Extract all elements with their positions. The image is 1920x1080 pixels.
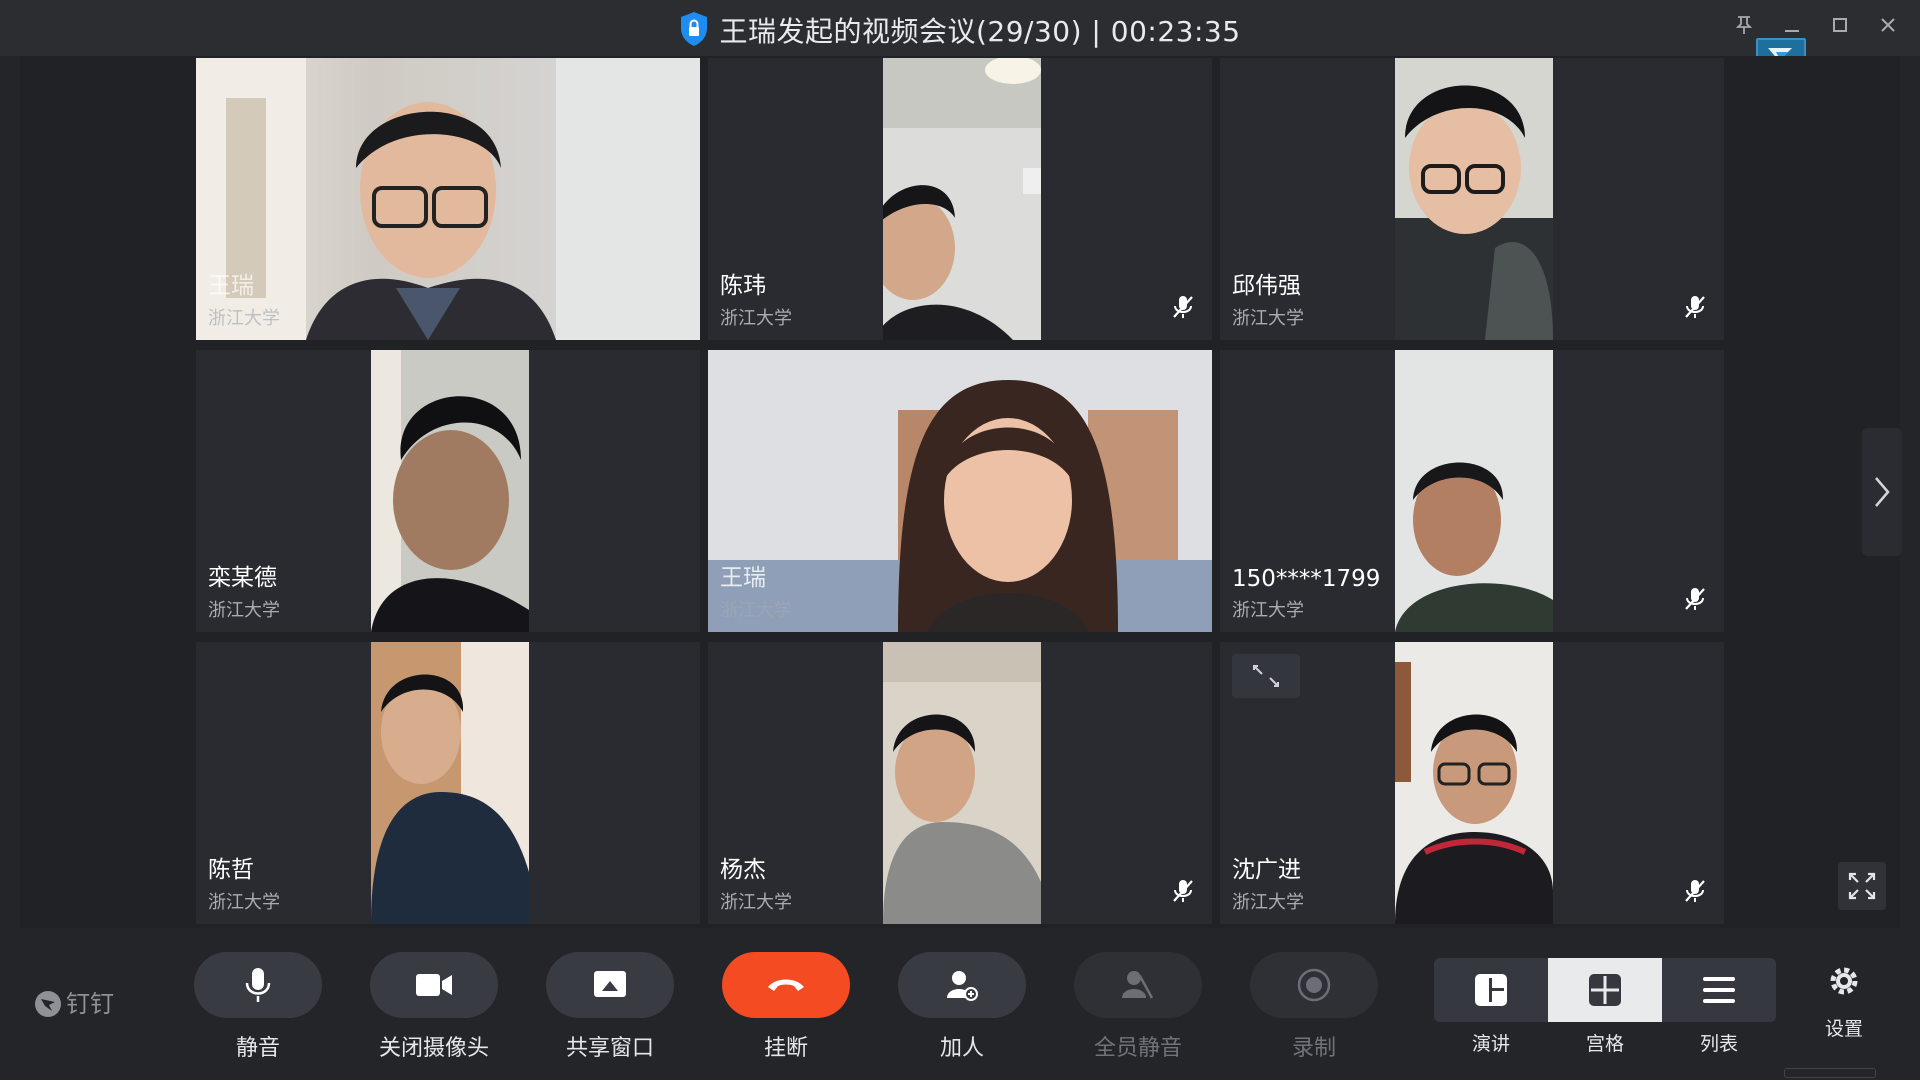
participant-tile[interactable]: 邱伟强 浙江大学 <box>1220 58 1724 340</box>
camera-off-button[interactable]: 关闭摄像头 <box>370 952 498 1062</box>
participant-org: 浙江大学 <box>1232 308 1304 329</box>
resize-grip[interactable] <box>1784 1068 1876 1078</box>
participant-name: 150****1799 <box>1232 566 1381 592</box>
video-feed <box>708 350 1212 632</box>
video-grid: 王瑞 浙江大学 陈玮 浙江大学 邱伟强 浙江大学 栾某德 浙江大学 王瑞 浙江大… <box>20 56 1900 928</box>
share-window-button[interactable]: 共享窗口 <box>546 952 674 1062</box>
video-feed <box>371 642 529 924</box>
participant-tile[interactable]: 150****1799 浙江大学 <box>1220 350 1724 632</box>
video-feed <box>883 642 1041 924</box>
mic-muted-icon <box>1684 294 1706 324</box>
mic-muted-icon <box>1684 878 1706 908</box>
speaker-view-label: 演讲 <box>1471 1033 1510 1055</box>
grid-view-button[interactable] <box>1548 958 1662 1022</box>
hang-up-icon <box>722 952 850 1018</box>
participant-name: 王瑞 <box>720 565 766 591</box>
mic-muted-icon <box>1172 294 1194 324</box>
mute-button[interactable]: 静音 <box>194 952 322 1062</box>
record-icon <box>1250 952 1378 1018</box>
mute-all-icon <box>1074 952 1202 1018</box>
view-mode-switch <box>1434 958 1776 1022</box>
speaker-layout-icon <box>1475 974 1507 1006</box>
video-feed <box>1395 350 1553 632</box>
mute-all-button[interactable]: 全员静音 <box>1074 952 1202 1062</box>
dingtalk-brand: 钉钉 <box>34 984 114 1019</box>
participant-tile[interactable]: 沈广进 浙江大学 <box>1220 642 1724 924</box>
participant-org: 浙江大学 <box>208 308 280 329</box>
video-feed <box>883 58 1041 340</box>
add-participant-label: 加人 <box>939 1036 984 1061</box>
window-title-text: 王瑞发起的视频会议(29/30) | 00:23:35 <box>719 15 1241 48</box>
participant-org: 浙江大学 <box>720 892 792 913</box>
participant-org: 浙江大学 <box>208 892 280 913</box>
speaker-view-button[interactable] <box>1434 958 1548 1022</box>
camera-icon <box>370 952 498 1018</box>
participant-name: 王瑞 <box>208 273 254 299</box>
share-screen-icon <box>546 952 674 1018</box>
dingtalk-logo-icon <box>35 991 61 1017</box>
add-user-icon <box>898 952 1026 1018</box>
grid-layout-icon <box>1589 974 1621 1006</box>
participant-tile[interactable]: 陈玮 浙江大学 <box>708 58 1212 340</box>
mute-all-label: 全员静音 <box>1093 1036 1182 1061</box>
share-window-label: 共享窗口 <box>565 1036 654 1061</box>
participant-tile[interactable]: 陈哲 浙江大学 <box>196 642 700 924</box>
list-view-button[interactable] <box>1662 958 1776 1022</box>
participant-name: 陈玮 <box>720 273 766 299</box>
video-feed <box>371 350 529 632</box>
participant-org: 浙江大学 <box>1232 600 1304 621</box>
mic-muted-icon <box>1172 878 1194 908</box>
settings-button[interactable]: 设置 <box>1814 964 1874 1041</box>
list-view-label: 列表 <box>1699 1033 1738 1055</box>
participant-tile[interactable]: 栾某德 浙江大学 <box>196 350 700 632</box>
hang-up-button[interactable]: 挂断 <box>722 952 850 1062</box>
list-layout-icon <box>1703 977 1735 1003</box>
record-button[interactable]: 录制 <box>1250 952 1378 1062</box>
title-bar: 王瑞发起的视频会议(29/30) | 00:23:35 <box>0 0 1920 56</box>
fullscreen-icon[interactable] <box>1838 862 1886 910</box>
participant-tile[interactable]: 王瑞 浙江大学 <box>708 350 1212 632</box>
video-feed <box>196 58 700 340</box>
participant-org: 浙江大学 <box>720 600 792 621</box>
participant-org: 浙江大学 <box>1232 892 1304 913</box>
expand-tile-icon[interactable] <box>1232 654 1300 698</box>
participant-name: 邱伟强 <box>1232 273 1301 299</box>
participant-name: 沈广进 <box>1232 857 1301 883</box>
add-participant-button[interactable]: 加人 <box>898 952 1026 1062</box>
participant-tile[interactable]: 杨杰 浙江大学 <box>708 642 1212 924</box>
mic-muted-icon <box>1684 586 1706 616</box>
shield-lock-icon <box>679 11 709 54</box>
participant-name: 陈哲 <box>208 857 254 883</box>
participant-name: 杨杰 <box>720 857 766 883</box>
video-feed <box>1395 642 1553 924</box>
window-title: 王瑞发起的视频会议(29/30) | 00:23:35 <box>0 10 1920 54</box>
record-label: 录制 <box>1291 1036 1336 1061</box>
brand-label: 钉钉 <box>66 990 114 1018</box>
close-icon[interactable] <box>1874 14 1902 42</box>
next-page-button[interactable] <box>1862 428 1902 556</box>
pin-icon[interactable] <box>1730 14 1758 42</box>
settings-label: 设置 <box>1824 1018 1863 1040</box>
participant-name: 栾某德 <box>208 565 277 591</box>
participant-org: 浙江大学 <box>208 600 280 621</box>
hang-up-label: 挂断 <box>763 1036 808 1061</box>
participant-org: 浙江大学 <box>720 308 792 329</box>
video-feed <box>1395 58 1553 340</box>
view-mode-labels: 演讲 宫格 列表 <box>1434 1029 1776 1056</box>
camera-off-label: 关闭摄像头 <box>378 1036 489 1061</box>
participant-tile[interactable]: 王瑞 浙江大学 <box>196 58 700 340</box>
maximize-icon[interactable] <box>1826 14 1854 42</box>
gear-icon <box>1830 967 1858 995</box>
bottom-toolbar: 钉钉 静音 关闭摄像头 共享窗口 挂断 加人 全员静音 录制 演讲 宫格 列表 … <box>0 928 1920 1080</box>
mute-label: 静音 <box>235 1036 280 1061</box>
mic-icon <box>194 952 322 1018</box>
grid-view-label: 宫格 <box>1585 1033 1624 1055</box>
